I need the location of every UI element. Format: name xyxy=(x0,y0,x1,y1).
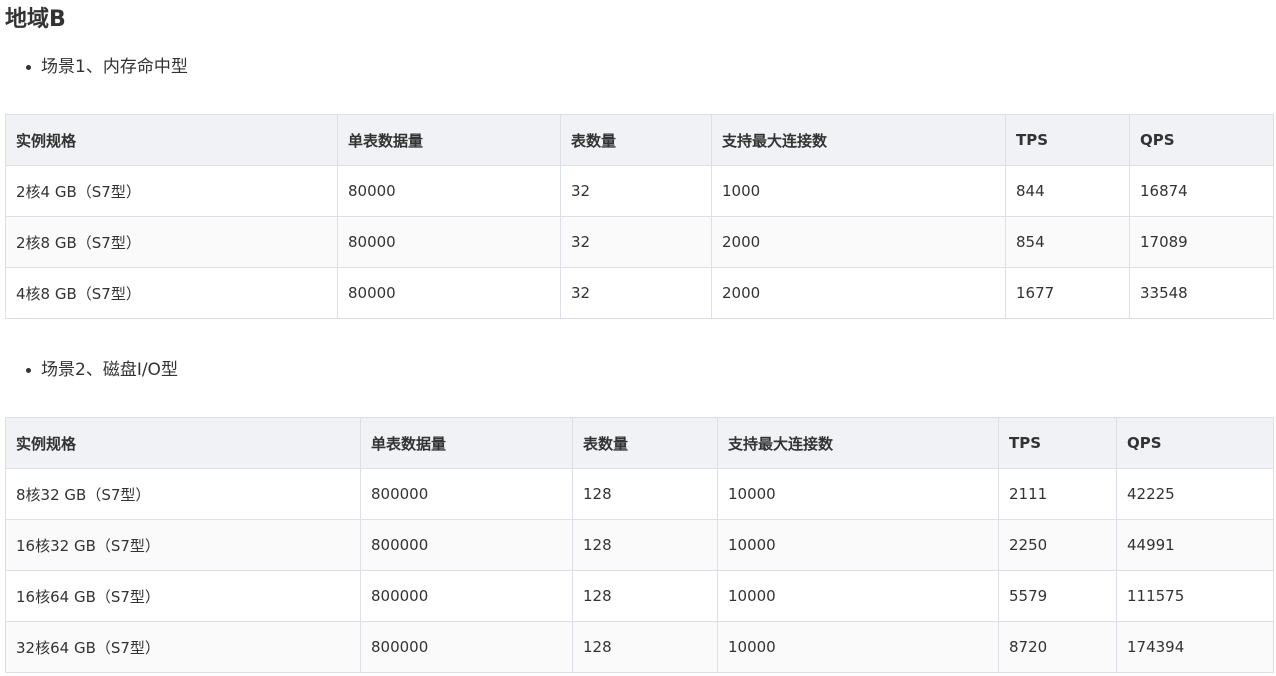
table-cell: 16核64 GB（S7型） xyxy=(5,570,361,622)
bullet-dot-icon xyxy=(26,367,31,373)
table-cell: 844 xyxy=(1005,165,1130,217)
table-row: 2核4 GB（S7型） 80000 32 1000 844 16874 xyxy=(5,165,1274,217)
table-cell: 10000 xyxy=(717,621,999,673)
column-header: TPS xyxy=(1005,114,1130,166)
column-header: TPS xyxy=(998,417,1117,469)
table-cell: 1000 xyxy=(711,165,1006,217)
table-cell: 16874 xyxy=(1129,165,1274,217)
column-header: 实例规格 xyxy=(5,114,338,166)
table-row: 8核32 GB（S7型） 800000 128 10000 2111 42225 xyxy=(5,468,1274,520)
table-cell: 10000 xyxy=(717,570,999,622)
column-header: QPS xyxy=(1129,114,1274,166)
table-row: 16核64 GB（S7型） 800000 128 10000 5579 1115… xyxy=(5,570,1274,622)
document-page: 地域B 场景1、内存命中型 实例规格 单表数据量 表数量 支持最大连接数 TPS… xyxy=(0,0,1276,676)
table-cell: 800000 xyxy=(360,621,573,673)
table-cell: 2250 xyxy=(998,519,1117,571)
column-header: 实例规格 xyxy=(5,417,361,469)
table-cell: 80000 xyxy=(337,165,561,217)
region-heading: 地域B xyxy=(5,7,66,32)
scenario2-title: 场景2、磁盘I/O型 xyxy=(41,360,178,380)
table-cell: 80000 xyxy=(337,267,561,319)
scenario2-bullet: 场景2、磁盘I/O型 xyxy=(26,357,178,383)
table-cell: 800000 xyxy=(360,519,573,571)
column-header: 单表数据量 xyxy=(337,114,561,166)
table-cell: 17089 xyxy=(1129,216,1274,268)
table-header-row: 实例规格 单表数据量 表数量 支持最大连接数 TPS QPS xyxy=(5,114,1274,166)
column-header: 单表数据量 xyxy=(360,417,573,469)
table-cell: 2111 xyxy=(998,468,1117,520)
table-cell: 2000 xyxy=(711,216,1006,268)
table-cell: 1677 xyxy=(1005,267,1130,319)
table-cell: 32 xyxy=(560,216,712,268)
scenario1-title: 场景1、内存命中型 xyxy=(41,57,188,77)
table-row: 32核64 GB（S7型） 800000 128 10000 8720 1743… xyxy=(5,621,1274,673)
table-cell: 32 xyxy=(560,267,712,319)
table-cell: 2000 xyxy=(711,267,1006,319)
table-cell: 128 xyxy=(572,519,718,571)
table-cell: 2核4 GB（S7型） xyxy=(5,165,338,217)
column-header: QPS xyxy=(1116,417,1274,469)
table-cell: 800000 xyxy=(360,468,573,520)
table-cell: 8720 xyxy=(998,621,1117,673)
table-cell: 42225 xyxy=(1116,468,1274,520)
table-row: 4核8 GB（S7型） 80000 32 2000 1677 33548 xyxy=(5,267,1274,319)
table-cell: 16核32 GB（S7型） xyxy=(5,519,361,571)
table-cell: 128 xyxy=(572,570,718,622)
table-cell: 44991 xyxy=(1116,519,1274,571)
table-cell: 32 xyxy=(560,165,712,217)
table-cell: 80000 xyxy=(337,216,561,268)
column-header: 表数量 xyxy=(560,114,712,166)
column-header: 表数量 xyxy=(572,417,718,469)
table-header-row: 实例规格 单表数据量 表数量 支持最大连接数 TPS QPS xyxy=(5,417,1274,469)
scenario1-bullet: 场景1、内存命中型 xyxy=(26,54,188,80)
table-cell: 111575 xyxy=(1116,570,1274,622)
table-cell: 10000 xyxy=(717,468,999,520)
table-row: 2核8 GB（S7型） 80000 32 2000 854 17089 xyxy=(5,216,1274,268)
table-cell: 128 xyxy=(572,621,718,673)
table-cell: 800000 xyxy=(360,570,573,622)
table-cell: 32核64 GB（S7型） xyxy=(5,621,361,673)
table-cell: 4核8 GB（S7型） xyxy=(5,267,338,319)
scenario1-table: 实例规格 单表数据量 表数量 支持最大连接数 TPS QPS 2核4 GB（S7… xyxy=(5,114,1274,319)
table-cell: 128 xyxy=(572,468,718,520)
table-cell: 2核8 GB（S7型） xyxy=(5,216,338,268)
table-cell: 5579 xyxy=(998,570,1117,622)
table-row: 16核32 GB（S7型） 800000 128 10000 2250 4499… xyxy=(5,519,1274,571)
table-cell: 33548 xyxy=(1129,267,1274,319)
column-header: 支持最大连接数 xyxy=(711,114,1006,166)
bullet-dot-icon xyxy=(26,64,31,70)
table-cell: 10000 xyxy=(717,519,999,571)
table-cell: 854 xyxy=(1005,216,1130,268)
column-header: 支持最大连接数 xyxy=(717,417,999,469)
scenario2-table: 实例规格 单表数据量 表数量 支持最大连接数 TPS QPS 8核32 GB（S… xyxy=(5,417,1274,673)
table-cell: 8核32 GB（S7型） xyxy=(5,468,361,520)
table-cell: 174394 xyxy=(1116,621,1274,673)
